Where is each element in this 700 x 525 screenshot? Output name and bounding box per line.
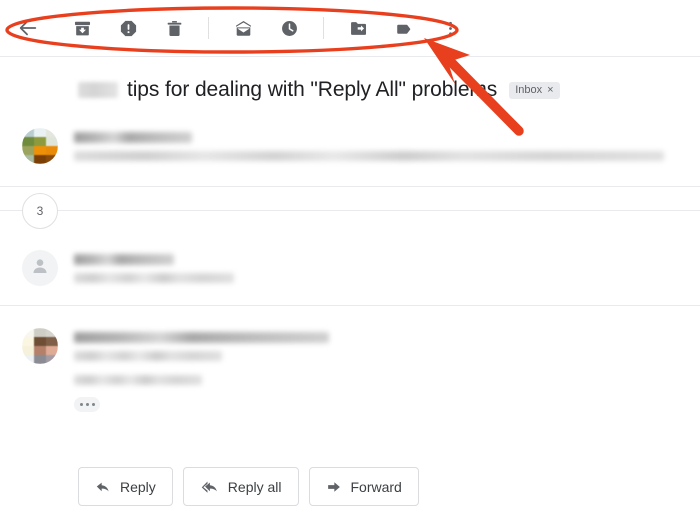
mark-unread-button[interactable]: [223, 8, 263, 48]
message-preview-redacted: [74, 151, 664, 161]
toolbar-separator-1: [208, 17, 209, 39]
snooze-clock-icon: [280, 19, 299, 38]
message-divider-1: [0, 186, 700, 187]
show-trimmed-content-button[interactable]: [74, 397, 100, 412]
dot-icon: [85, 403, 89, 406]
toolbar-separator-2: [323, 17, 324, 39]
message-content-3: [74, 328, 329, 412]
inbox-label-chip[interactable]: Inbox ×: [509, 81, 560, 99]
message-line-redacted: [74, 375, 202, 385]
forward-button-label: Forward: [350, 478, 402, 495]
message-item-2[interactable]: [0, 250, 700, 290]
reply-arrow-icon: [95, 479, 111, 495]
sender-name-redacted: [74, 332, 329, 343]
labels-button[interactable]: [384, 8, 424, 48]
page-title: tips for dealing with "Reply All" proble…: [127, 78, 498, 101]
more-options-button[interactable]: [430, 8, 470, 48]
back-arrow-icon: [17, 17, 39, 39]
message-item-3[interactable]: [0, 328, 700, 412]
forward-arrow-icon: [326, 479, 342, 495]
message-divider-2: [0, 305, 700, 306]
avatar: [22, 328, 58, 364]
reply-all-arrow-icon: [200, 479, 219, 495]
message-item-1[interactable]: [0, 128, 700, 168]
sender-name-redacted: [74, 132, 192, 143]
move-to-button[interactable]: [338, 8, 378, 48]
message-toolbar: [0, 0, 700, 56]
collapsed-message-count[interactable]: 3: [22, 193, 58, 229]
report-spam-icon: [119, 19, 138, 38]
reply-button[interactable]: Reply: [78, 467, 173, 506]
more-options-icon: [441, 19, 460, 38]
snooze-button[interactable]: [269, 8, 309, 48]
message-content-2: [74, 250, 234, 290]
mark-unread-icon: [234, 19, 253, 38]
labels-tag-icon: [395, 19, 414, 38]
avatar-photo-image: [22, 328, 58, 364]
dot-icon: [79, 403, 83, 406]
message-content-1: [74, 128, 664, 168]
subject-row: tips for dealing with "Reply All" proble…: [78, 74, 678, 106]
delete-button[interactable]: [154, 8, 194, 48]
close-icon[interactable]: ×: [547, 84, 553, 96]
avatar-mosaic-image: [22, 128, 58, 164]
person-placeholder-icon: [29, 255, 51, 282]
forward-button[interactable]: Forward: [308, 467, 419, 506]
subject-redacted-prefix: [78, 82, 118, 98]
message-preview-redacted: [74, 273, 234, 283]
move-to-folder-icon: [349, 19, 368, 38]
toolbar-divider: [0, 56, 700, 57]
reply-all-button-label: Reply all: [227, 478, 282, 495]
inbox-chip-label: Inbox: [515, 83, 543, 96]
avatar: [22, 250, 58, 286]
delete-icon: [165, 19, 184, 38]
report-spam-button[interactable]: [108, 8, 148, 48]
avatar: [22, 128, 58, 164]
archive-button[interactable]: [62, 8, 102, 48]
back-button[interactable]: [8, 8, 48, 48]
message-line-redacted: [74, 351, 222, 361]
reply-all-button[interactable]: Reply all: [182, 467, 299, 506]
collapsed-thread-divider: [0, 210, 700, 211]
message-actions: Reply Reply all Forward: [78, 467, 419, 506]
archive-icon: [73, 19, 92, 38]
dot-icon: [91, 403, 95, 406]
reply-button-label: Reply: [120, 478, 156, 495]
sender-name-redacted: [74, 254, 174, 265]
